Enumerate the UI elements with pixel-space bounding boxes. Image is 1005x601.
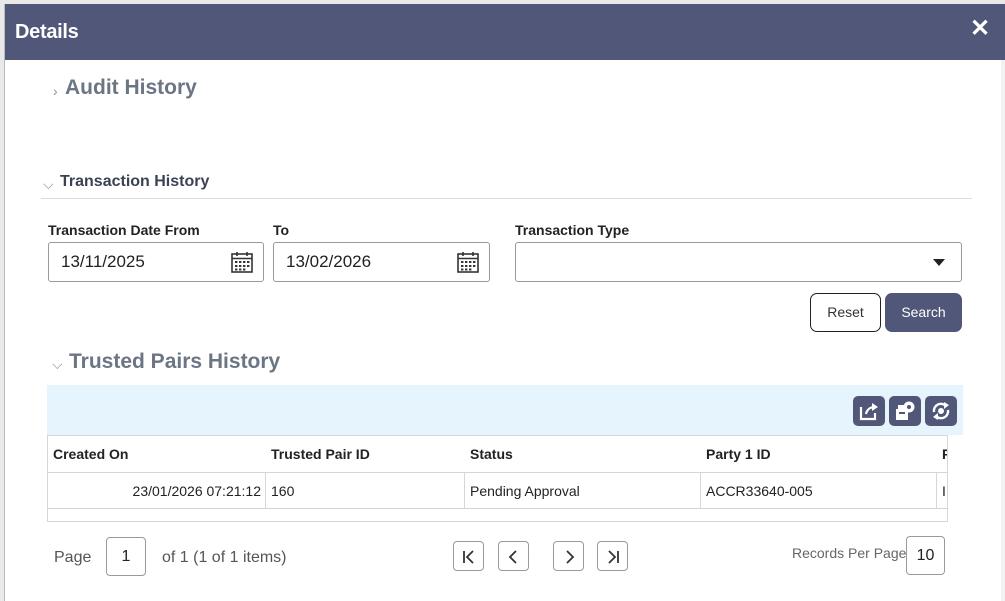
transaction-type-select[interactable] (515, 242, 962, 282)
chevron-right-icon[interactable]: › (53, 83, 58, 99)
records-per-page-label: Records Per Page (792, 545, 907, 561)
close-icon[interactable]: ✕ (969, 17, 991, 41)
search-button[interactable]: Search (885, 293, 962, 332)
section-divider (41, 198, 972, 199)
page-label: Page (54, 549, 92, 566)
column-header-party-1-id[interactable]: Party 1 ID (701, 436, 937, 472)
column-header-created-on[interactable]: Created On (48, 436, 266, 472)
next-page-button[interactable] (553, 541, 584, 571)
table-header-row: Created On Trusted Pair ID Status Party … (48, 436, 947, 473)
date-to-label: To (273, 222, 290, 238)
dialog-titlebar: Details ✕ (5, 4, 1005, 60)
scrollbar[interactable] (1001, 60, 1005, 601)
date-from-field[interactable]: 13/11/2025 (48, 242, 264, 282)
page-number-input[interactable]: 1 (106, 537, 146, 576)
chevron-down-icon[interactable] (933, 259, 945, 266)
chevron-down-icon[interactable]: ⌵ (43, 176, 54, 193)
date-from-label: Transaction Date From (48, 222, 200, 238)
trusted-pairs-history-header[interactable]: Trusted Pairs History (69, 350, 280, 374)
table-row[interactable]: 23/01/2026 07:21:12 160 Pending Approval… (48, 473, 947, 509)
cell-party-2: I (942, 483, 946, 499)
cell-party-1-id: ACCR33640-005 (701, 473, 937, 508)
dialog-title: Details (15, 21, 79, 43)
transaction-history-header[interactable]: Transaction History (60, 173, 209, 191)
chevron-down-icon[interactable]: ⌵ (52, 356, 63, 373)
page-of-text: of 1 (1 of 1 items) (162, 549, 287, 566)
reset-button[interactable]: Reset (810, 293, 881, 332)
date-to-value: 13/02/2026 (286, 252, 372, 271)
refresh-icon[interactable] (925, 396, 957, 426)
first-page-icon (463, 550, 474, 564)
last-page-button[interactable] (597, 541, 628, 571)
export-icon[interactable] (853, 396, 885, 426)
column-header-party-2[interactable]: P (937, 436, 947, 472)
table-toolbar (47, 385, 963, 435)
column-header-status[interactable]: Status (465, 436, 701, 472)
cell-status: Pending Approval (465, 473, 701, 508)
column-header-trusted-pair-id[interactable]: Trusted Pair ID (266, 436, 465, 472)
chevron-left-icon (508, 550, 517, 564)
transaction-type-label: Transaction Type (515, 222, 630, 238)
settings-icon[interactable] (889, 396, 921, 426)
previous-page-button[interactable] (498, 541, 529, 571)
calendar-icon[interactable] (457, 251, 479, 273)
cell-created-on: 23/01/2026 07:21:12 (48, 473, 266, 508)
cell-trusted-pair-id: 160 (266, 473, 465, 508)
trusted-pairs-table: Created On Trusted Pair ID Status Party … (47, 435, 948, 522)
details-dialog: Details ✕ › Audit History ⌵ Transaction … (4, 4, 1005, 601)
last-page-icon (608, 550, 619, 564)
chevron-right-icon (566, 550, 575, 564)
first-page-button[interactable] (453, 541, 484, 571)
date-from-value: 13/11/2025 (61, 252, 145, 271)
calendar-icon[interactable] (231, 251, 253, 273)
date-to-field[interactable]: 13/02/2026 (273, 242, 490, 282)
audit-history-header[interactable]: Audit History (65, 76, 197, 100)
records-per-page-input[interactable]: 10 (906, 536, 945, 575)
